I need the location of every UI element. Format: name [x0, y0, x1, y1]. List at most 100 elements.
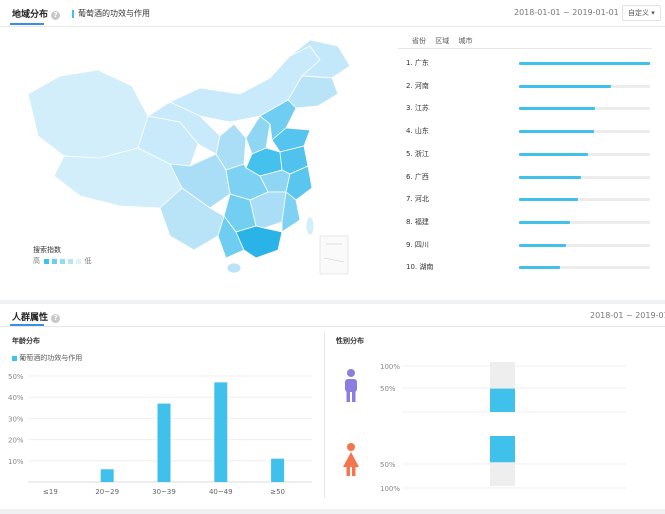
ranking-row[interactable]: 4. 山东 — [406, 126, 652, 138]
vertical-divider — [324, 332, 325, 498]
region-hainan — [226, 262, 242, 274]
legend-swatch-1 — [51, 258, 57, 264]
ranking-row[interactable]: 8. 福建 — [406, 217, 652, 229]
ranking-label: 8. 福建 — [406, 217, 429, 226]
ranking-bar-track — [519, 107, 650, 111]
y-tick-label: 10% — [8, 458, 24, 466]
ranking-row[interactable]: 10. 湖南 — [406, 262, 652, 274]
legend-swatch-4 — [75, 258, 81, 264]
chevron-down-icon: ▾ — [651, 9, 655, 17]
legend-swatch — [12, 355, 17, 361]
ranking-label: 2. 河南 — [406, 81, 429, 90]
y-tick-label: 30% — [8, 415, 24, 423]
female-bar — [490, 436, 515, 463]
ranking-bar — [519, 130, 594, 134]
legend-swatches — [42, 257, 82, 265]
crowd-panel: 人群属性 ? 2018-01 ~ 2019-01 年龄分布 葡萄酒的功效与作用 … — [0, 304, 665, 509]
ranking-bar — [519, 62, 650, 65]
legend-swatch-2 — [59, 258, 65, 264]
tab-crowd[interactable]: 人群属性 ? — [12, 310, 61, 323]
region-guangdong — [235, 225, 283, 259]
ranking-row[interactable]: 9. 四川 — [406, 240, 652, 252]
age-bar-chart: 10% 20% 30% 40% 50% ≤19 20~29 30~39 40~49 ≥50 — [8, 373, 312, 496]
help-icon[interactable]: ? — [51, 11, 61, 20]
y-tick-label: 100% — [380, 485, 400, 493]
age-bar — [100, 469, 114, 482]
filter-divider — [398, 48, 652, 49]
age-section-title: 年龄分布 — [12, 337, 40, 345]
ranking-bar-track — [519, 62, 650, 65]
crowd-date-range: 2018-01 ~ 2019-01 — [590, 311, 665, 320]
ranking-bar-track — [519, 175, 650, 179]
y-tick-label: 100% — [380, 363, 400, 371]
age-bar — [271, 458, 285, 482]
ranking-label: 3. 江苏 — [406, 104, 429, 113]
x-tick-label: ≥50 — [270, 488, 285, 496]
divider — [0, 26, 665, 27]
ranking-row[interactable]: 7. 河北 — [406, 194, 652, 206]
ranking-row[interactable]: 6. 广西 — [406, 172, 652, 184]
ranking-label: 9. 四川 — [406, 240, 429, 249]
male-bar — [490, 388, 515, 412]
y-tick-label: 20% — [8, 437, 24, 445]
ranking-bar — [519, 243, 567, 247]
age-bar — [214, 382, 228, 482]
ranking-label: 1. 广东 — [406, 59, 429, 67]
filter-area[interactable]: 区域 — [435, 37, 449, 45]
ranking-row[interactable]: 2. 河南 — [406, 81, 652, 93]
ranking-bar-track — [519, 84, 650, 88]
ranking-bar-track — [519, 152, 650, 156]
gender-bar-chart: 100% 50% 50% 100% — [380, 362, 626, 493]
x-tick-label: ≤19 — [43, 488, 58, 496]
region-jiangxi — [249, 191, 287, 229]
ranking-label: 7. 河北 — [406, 195, 429, 204]
gender-section-title: 性别分布 — [336, 337, 364, 345]
ranking-bar-track — [519, 243, 650, 247]
ranking-bar — [519, 266, 560, 270]
filter-city[interactable]: 城市 — [458, 37, 472, 45]
ranking-bar-track — [519, 220, 650, 224]
divider — [0, 326, 665, 327]
x-tick-label: 40~49 — [209, 488, 233, 496]
ranking-bar — [519, 220, 571, 224]
y-tick-label: 40% — [8, 394, 24, 402]
ranking-bar — [519, 198, 578, 202]
ranking-label: 5. 浙江 — [406, 149, 429, 158]
ranking-bar — [519, 175, 581, 179]
y-tick-label: 50% — [380, 461, 396, 469]
tab-geo[interactable]: 地域分布 ? — [12, 7, 61, 20]
female-icon — [343, 443, 359, 476]
geo-panel: 地域分布 ? 葡萄酒的功效与作用 2018-01-01 ~ 2019-01-01… — [0, 0, 665, 300]
age-legend: 葡萄酒的功效与作用 — [12, 353, 82, 363]
y-tick-label: 50% — [8, 373, 24, 381]
keyword-tab[interactable]: 葡萄酒的功效与作用 — [72, 8, 150, 19]
date-range: 2018-01-01 ~ 2019-01-01 — [514, 8, 619, 17]
ranking-bar — [519, 107, 595, 111]
legend-swatch-3 — [67, 258, 73, 264]
filter-province[interactable]: 省份 — [412, 37, 426, 45]
ranking-label: 6. 广西 — [406, 172, 429, 181]
ranking-row[interactable]: 3. 江苏 — [406, 103, 652, 115]
ranking-bar-track — [519, 198, 650, 202]
ranking-bar-track — [519, 130, 650, 134]
keyword-color-marker — [72, 9, 74, 18]
ranking-bar-track — [519, 266, 650, 270]
south-sea-inset — [319, 235, 349, 275]
male-icon — [345, 369, 357, 402]
ranking-bar — [519, 84, 611, 88]
china-map[interactable] — [20, 36, 360, 276]
x-tick-label: 20~29 — [95, 488, 119, 496]
ranking-row[interactable]: 1. 广东 — [406, 58, 652, 70]
region-xinjiang — [27, 69, 149, 159]
help-icon[interactable]: ? — [51, 314, 61, 323]
ranking-label: 10. 湖南 — [406, 263, 434, 272]
ranking-label: 4. 山东 — [406, 127, 429, 136]
map-legend: 高 低 — [33, 257, 92, 265]
legend-swatch-0 — [43, 258, 49, 264]
active-tab-underline — [10, 23, 44, 25]
region-filter-tabs: 省份 区域 城市 — [412, 36, 472, 46]
ranking-row[interactable]: 5. 浙江 — [406, 149, 652, 161]
custom-date-button[interactable]: 自定义 ▾ — [622, 5, 661, 21]
ranking-bar — [519, 152, 589, 156]
map-legend-title: 搜索指数 — [33, 246, 61, 254]
